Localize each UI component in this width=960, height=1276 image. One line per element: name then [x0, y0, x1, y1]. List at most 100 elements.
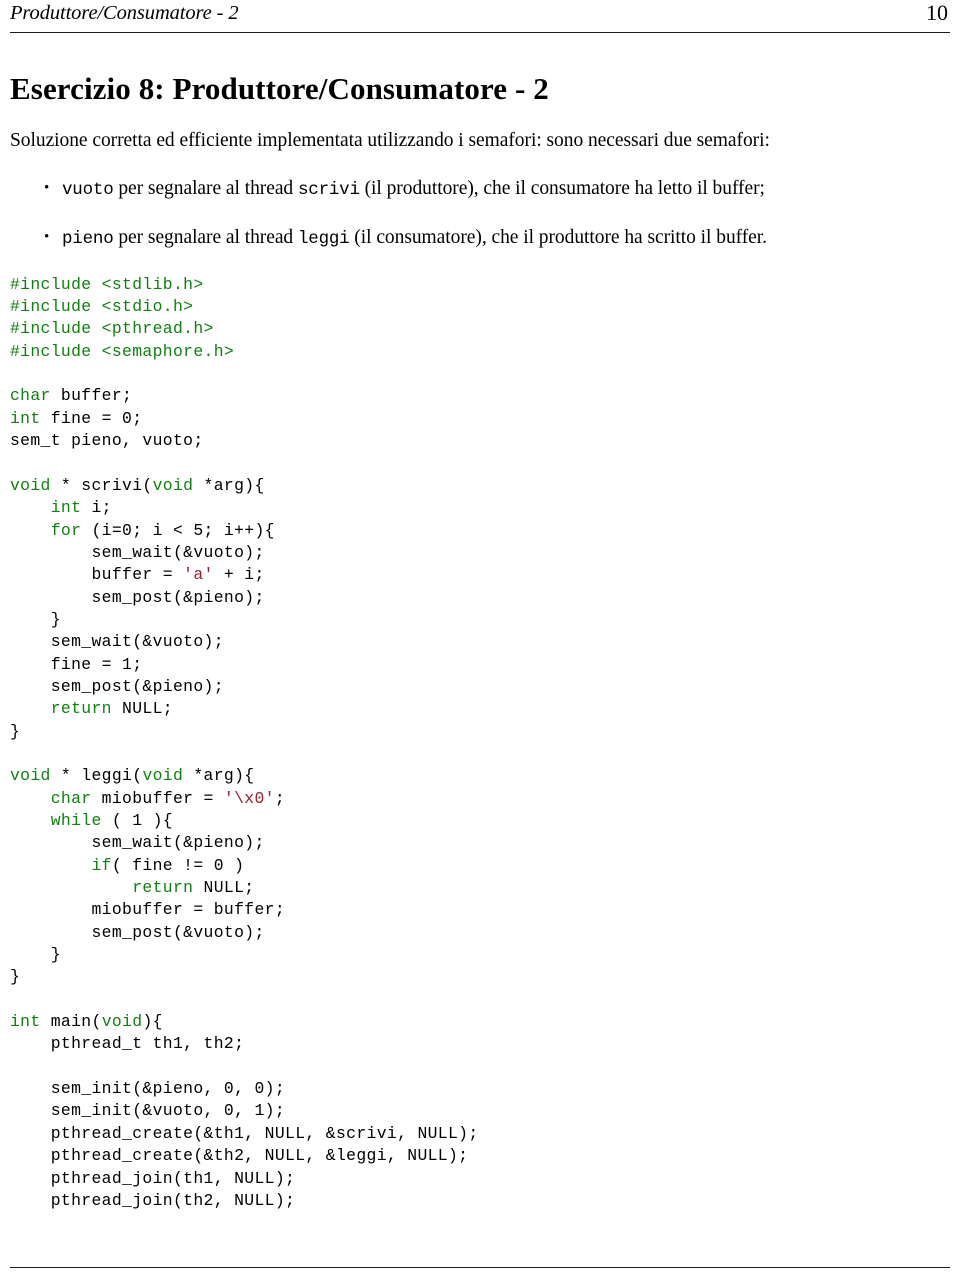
code-line: if( fine != 0 ) — [10, 855, 950, 877]
code-line: sem_t pieno, vuoto; — [10, 430, 950, 452]
code-text: pthread_join(th1, NULL); — [10, 1168, 296, 1188]
list-item-text: per segnalare al thread — [113, 226, 298, 248]
page-number: 10 — [926, 0, 948, 25]
list-item-text: per segnalare al thread — [113, 177, 298, 199]
code-line: buffer = 'a' + i; — [10, 564, 950, 586]
code-text: sem_init(&vuoto, 0, 1); — [10, 1101, 286, 1121]
semaphore-bullet-list: vuoto per segnalare al thread scrivi (il… — [10, 175, 950, 252]
code-text: } — [10, 609, 61, 629]
code-keyword: if — [91, 855, 112, 875]
code-line: int i; — [10, 497, 950, 519]
code-string-literal: '\x0' — [223, 788, 275, 808]
code-line: int fine = 0; — [10, 408, 950, 430]
code-listing: #include <stdlib.h> #include <stdio.h> #in… — [10, 274, 950, 1212]
code-text: ( 1 ){ — [101, 811, 173, 831]
code-preprocessor: #include <semaphore.h> — [10, 341, 235, 361]
code-keyword: void — [10, 475, 51, 495]
code-line: void * leggi(void *arg){ — [10, 765, 950, 787]
code-keyword: int — [10, 1012, 41, 1032]
code-line: void * scrivi(void *arg){ — [10, 475, 950, 497]
code-text: main( — [40, 1012, 102, 1032]
code-keyword: char — [50, 788, 92, 808]
code-keyword: char — [10, 386, 51, 406]
list-item: pieno per segnalare al thread leggi (il … — [10, 224, 950, 252]
code-line: sem_init(&pieno, 0, 0); — [10, 1078, 950, 1100]
code-line: char miobuffer = '\x0'; — [10, 788, 950, 810]
code-text: pthread_t th1, th2; — [10, 1034, 245, 1054]
code-line: int main(void){ — [10, 1011, 950, 1033]
code-text: ; — [274, 788, 286, 808]
code-text: sem_post(&vuoto); — [10, 922, 265, 942]
code-line: pthread_join(th2, NULL); — [10, 1190, 950, 1212]
code-line: } — [10, 609, 950, 631]
code-line: pthread_create(&th1, NULL, &scrivi, NULL… — [10, 1123, 950, 1145]
code-text: } — [10, 967, 21, 987]
code-text: *arg){ — [183, 766, 255, 786]
code-text: sem_init(&pieno, 0, 0); — [10, 1079, 286, 1099]
code-text: *arg){ — [193, 475, 265, 495]
code-keyword: int — [10, 408, 41, 428]
code-text: NULL; — [193, 878, 255, 898]
code-keyword: return — [132, 878, 194, 898]
code-line: for (i=0; i < 5; i++){ — [10, 520, 950, 542]
code-keyword: void — [101, 1012, 143, 1032]
code-line: char buffer; — [10, 385, 950, 407]
code-text: sem_wait(&vuoto); — [10, 542, 265, 562]
code-text: sem_post(&pieno); — [10, 587, 265, 607]
code-text: fine = 1; — [10, 654, 143, 674]
footer-divider — [10, 1267, 950, 1268]
code-line: pthread_t th1, th2; — [10, 1033, 950, 1055]
code-text: buffer = — [10, 565, 184, 585]
code-text: miobuffer = — [91, 788, 224, 808]
code-line: sem_post(&vuoto); — [10, 922, 950, 944]
code-line: #include <pthread.h> — [10, 318, 950, 340]
code-line: sem_init(&vuoto, 0, 1); — [10, 1100, 950, 1122]
code-text: buffer; — [50, 386, 133, 406]
inline-code: vuoto — [62, 179, 114, 200]
code-line: sem_wait(&vuoto); — [10, 542, 950, 564]
code-text: ( fine != 0 ) — [111, 855, 245, 875]
code-text: sem_wait(&pieno); — [10, 833, 265, 853]
code-line: while ( 1 ){ — [10, 810, 950, 832]
code-line: sem_post(&pieno); — [10, 587, 950, 609]
code-line: sem_post(&pieno); — [10, 676, 950, 698]
code-text: pthread_create(&th1, NULL, &scrivi, NULL… — [10, 1123, 479, 1143]
code-keyword: while — [50, 811, 102, 831]
code-line: #include <stdio.h> — [10, 296, 950, 318]
document-page: Produttore/Consumatore - 2 10 Esercizio … — [0, 0, 960, 1276]
code-preprocessor: #include <stdlib.h> — [10, 274, 204, 294]
code-line: } — [10, 944, 950, 966]
code-text: (i=0; i < 5; i++){ — [81, 520, 275, 540]
code-text: NULL; — [111, 699, 173, 719]
code-line: fine = 1; — [10, 654, 950, 676]
code-text: } — [10, 945, 61, 965]
code-preprocessor: #include <pthread.h> — [10, 319, 214, 339]
code-text: pthread_join(th2, NULL); — [10, 1190, 296, 1210]
section-title: Esercizio 8: Produttore/Consumatore - 2 — [10, 71, 549, 106]
code-line: pthread_join(th1, NULL); — [10, 1168, 950, 1190]
code-text: ){ — [142, 1012, 163, 1032]
code-line: } — [10, 721, 950, 743]
running-header-title: Produttore/Consumatore - 2 — [10, 2, 239, 24]
code-string-literal: 'a' — [183, 565, 214, 585]
code-text: pthread_create(&th2, NULL, &leggi, NULL)… — [10, 1146, 469, 1166]
page-header: Produttore/Consumatore - 2 10 — [10, 0, 950, 30]
code-text: + i; — [213, 565, 265, 585]
code-text: sem_wait(&vuoto); — [10, 632, 224, 652]
code-preprocessor: #include <stdio.h> — [10, 297, 194, 317]
code-text: } — [10, 721, 21, 741]
code-line: return NULL; — [10, 877, 950, 899]
inline-code: pieno — [62, 228, 114, 249]
code-line: miobuffer = buffer; — [10, 899, 950, 921]
list-item-text: (il produttore), che il consumatore ha l… — [359, 177, 765, 199]
